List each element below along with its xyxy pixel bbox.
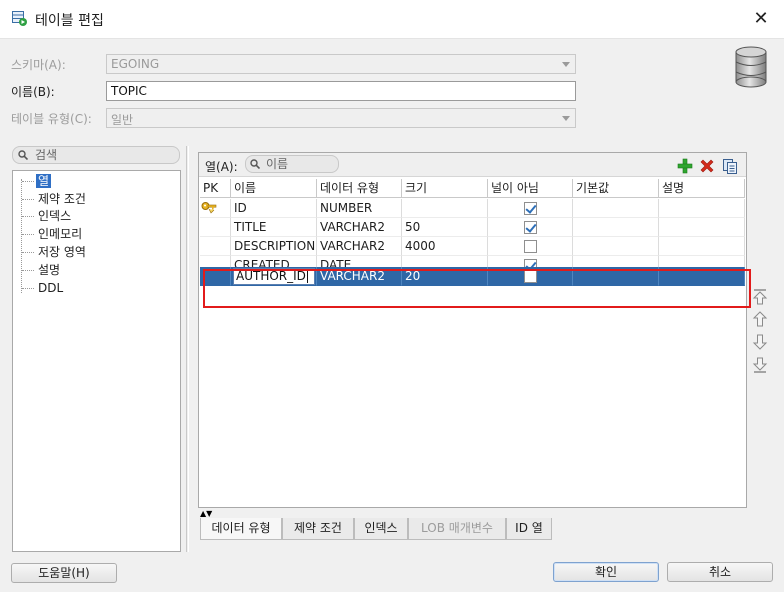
- copy-icon[interactable]: [722, 158, 738, 174]
- not-null-cell: [488, 218, 573, 237]
- table-app-icon: [12, 11, 27, 26]
- table-type-label: 테이블 유형(C):: [11, 112, 92, 126]
- default-cell[interactable]: [573, 199, 659, 218]
- columns-label: 열(A):: [205, 160, 238, 174]
- size-cell[interactable]: [402, 256, 488, 267]
- search-icon: [250, 159, 260, 169]
- not-null-checkbox[interactable]: [524, 221, 537, 234]
- name-label: 이름(B):: [11, 85, 55, 99]
- splitter-arrows-icon[interactable]: ▲▼: [200, 509, 212, 518]
- comment-cell[interactable]: [659, 237, 745, 256]
- pk-cell[interactable]: [200, 218, 231, 237]
- col-header-size[interactable]: 크기: [402, 179, 488, 198]
- move-up-icon[interactable]: [752, 310, 768, 328]
- size-cell[interactable]: 50: [402, 218, 488, 237]
- help-button[interactable]: 도움말(H): [11, 563, 117, 583]
- comment-cell[interactable]: [659, 218, 745, 237]
- chevron-down-icon: [562, 62, 570, 67]
- col-header-not-null[interactable]: 널이 아님: [488, 179, 573, 198]
- name-cell[interactable]: DESCRIPTION: [231, 237, 317, 256]
- nav-item-indexes[interactable]: 인덱스: [22, 208, 73, 225]
- col-header-comment[interactable]: 설명: [659, 179, 745, 198]
- col-header-default[interactable]: 기본값: [573, 179, 659, 198]
- tab-lob-parameters: LOB 매개변수: [408, 518, 506, 540]
- default-cell[interactable]: [573, 256, 659, 267]
- size-cell[interactable]: [402, 199, 488, 218]
- nav-item-constraints[interactable]: 제약 조건: [22, 191, 88, 208]
- schema-label: 스키마(A):: [11, 58, 66, 72]
- pk-cell[interactable]: [200, 256, 231, 267]
- move-down-icon[interactable]: [752, 333, 768, 351]
- nav-item-columns[interactable]: 열: [22, 173, 52, 190]
- columns-search-placeholder: 이름: [266, 157, 289, 171]
- name-cell[interactable]: ID: [231, 199, 317, 218]
- schema-select: EGOING: [106, 54, 576, 74]
- col-header-name[interactable]: 이름: [231, 179, 317, 198]
- col-header-pk[interactable]: PK: [200, 179, 231, 198]
- default-cell[interactable]: [573, 218, 659, 237]
- table-type-select: 일반: [106, 108, 576, 128]
- move-top-icon[interactable]: [752, 288, 768, 306]
- chevron-down-icon: [562, 116, 570, 121]
- table-name-value: TOPIC: [111, 84, 147, 98]
- nav-item-comment[interactable]: 설명: [22, 262, 62, 279]
- title-bar: 테이블 편집 ✕: [0, 0, 784, 38]
- nav-item-in-memory[interactable]: 인메모리: [22, 226, 84, 243]
- columns-panel: 열(A): 이름 PK 이름 데이터 유형 크기 널이 아님 기본값 설명 ID…: [198, 152, 747, 508]
- window-title: 테이블 편집: [35, 13, 104, 29]
- not-null-cell: [488, 237, 573, 256]
- size-cell[interactable]: 4000: [402, 237, 488, 256]
- move-bottom-icon[interactable]: [752, 356, 768, 374]
- schema-value: EGOING: [111, 57, 160, 71]
- type-cell[interactable]: DATE: [317, 256, 402, 267]
- grid-header-row: PK 이름 데이터 유형 크기 널이 아님 기본값 설명: [200, 179, 745, 198]
- not-null-checkbox[interactable]: [524, 202, 537, 215]
- ok-button[interactable]: 확인: [553, 562, 659, 582]
- left-search-placeholder: 검색: [35, 148, 58, 162]
- table-row[interactable]: CREATED DATE: [200, 256, 745, 267]
- database-icon: [735, 46, 767, 88]
- tab-identity-column[interactable]: ID 열: [506, 518, 552, 540]
- table-name-input[interactable]: TOPIC: [106, 81, 576, 101]
- table-type-value: 일반: [111, 113, 134, 127]
- table-row[interactable]: ID NUMBER: [200, 199, 745, 218]
- not-null-checkbox[interactable]: [524, 259, 537, 267]
- annotation-highlight: [203, 269, 751, 308]
- close-button[interactable]: ✕: [744, 4, 778, 34]
- type-cell[interactable]: VARCHAR2: [317, 237, 402, 256]
- table-row[interactable]: TITLE VARCHAR2 50: [200, 218, 745, 237]
- name-cell[interactable]: TITLE: [231, 218, 317, 237]
- columns-search-input[interactable]: 이름: [245, 155, 339, 173]
- default-cell[interactable]: [573, 237, 659, 256]
- comment-cell[interactable]: [659, 199, 745, 218]
- primary-key-icon: [201, 202, 217, 214]
- left-search-input[interactable]: 검색: [12, 146, 180, 164]
- pk-cell[interactable]: [200, 199, 231, 218]
- type-cell[interactable]: NUMBER: [317, 199, 402, 218]
- left-nav-panel: 열 제약 조건 인덱스 인메모리 저장 영역 설명 DDL: [12, 170, 181, 552]
- cancel-button[interactable]: 취소: [667, 562, 773, 582]
- not-null-cell: [488, 199, 573, 218]
- pk-cell[interactable]: [200, 237, 231, 256]
- col-header-type[interactable]: 데이터 유형: [317, 179, 402, 198]
- not-null-checkbox[interactable]: [524, 240, 537, 253]
- tab-constraints[interactable]: 제약 조건: [282, 518, 354, 540]
- nav-item-ddl[interactable]: DDL: [22, 280, 65, 297]
- type-cell[interactable]: VARCHAR2: [317, 218, 402, 237]
- add-icon[interactable]: [677, 158, 693, 174]
- name-cell[interactable]: CREATED: [231, 256, 317, 267]
- comment-cell[interactable]: [659, 256, 745, 267]
- columns-toolbar: 열(A): 이름: [199, 153, 746, 177]
- not-null-cell: [488, 256, 573, 267]
- nav-item-storage[interactable]: 저장 영역: [22, 244, 88, 261]
- panel-splitter[interactable]: [186, 146, 189, 552]
- delete-icon[interactable]: [699, 158, 715, 174]
- table-row[interactable]: DESCRIPTION VARCHAR2 4000: [200, 237, 745, 256]
- search-icon: [18, 150, 28, 160]
- tab-data-type[interactable]: 데이터 유형: [200, 518, 282, 540]
- tab-indexes[interactable]: 인덱스: [354, 518, 408, 540]
